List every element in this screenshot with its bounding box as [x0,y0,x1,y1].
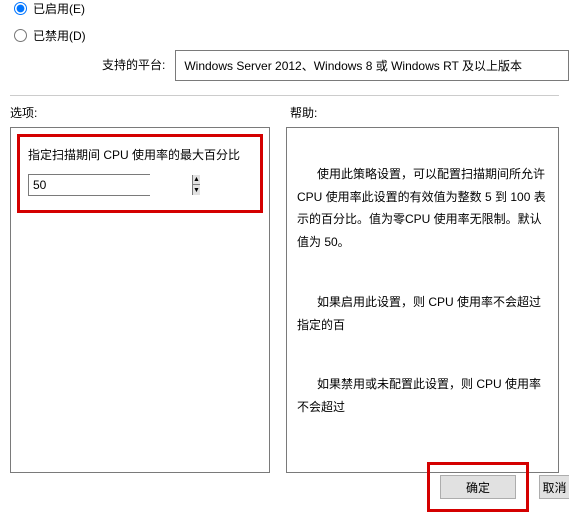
cancel-button[interactable]: 取消 [539,475,569,499]
radio-enabled-label: 已启用(E) [33,0,85,17]
spinner-down-button[interactable]: ▼ [193,185,200,195]
ok-button-highlight: 确定 [427,462,529,512]
help-paragraph-1: 使用此策略设置，可以配置扫描期间所允许 CPU 使用率此设置的有效值为整数 5 … [297,163,548,254]
radio-disabled-label: 已禁用(D) [33,27,86,44]
cpu-percent-spinner[interactable]: ▲ ▼ [28,174,150,196]
options-panel: 指定扫描期间 CPU 使用率的最大百分比 ▲ ▼ [10,127,270,473]
cpu-percent-input[interactable] [29,175,192,195]
option-highlight: 指定扫描期间 CPU 使用率的最大百分比 ▲ ▼ [17,134,263,213]
option-label: 指定扫描期间 CPU 使用率的最大百分比 [28,147,252,164]
options-section-label: 选项: [10,104,272,121]
radio-enabled-input[interactable] [14,2,27,15]
help-section-label: 帮助: [272,104,559,121]
radio-disabled[interactable]: 已禁用(D) [14,27,559,44]
radio-disabled-input[interactable] [14,29,27,42]
ok-button[interactable]: 确定 [440,475,516,499]
platform-box: Windows Server 2012、Windows 8 或 Windows … [175,50,569,81]
help-paragraph-2: 如果启用此设置，则 CPU 使用率不会超过指定的百 [297,291,548,337]
platform-label: 支持的平台: [10,50,165,73]
radio-enabled[interactable]: 已启用(E) [14,0,559,17]
help-paragraph-3: 如果禁用或未配置此设置，则 CPU 使用率不会超过 [297,373,548,419]
help-panel: 使用此策略设置，可以配置扫描期间所允许 CPU 使用率此设置的有效值为整数 5 … [286,127,559,473]
platform-value: Windows Server 2012、Windows 8 或 Windows … [184,59,522,73]
divider [10,95,559,96]
spinner-up-button[interactable]: ▲ [193,175,200,186]
